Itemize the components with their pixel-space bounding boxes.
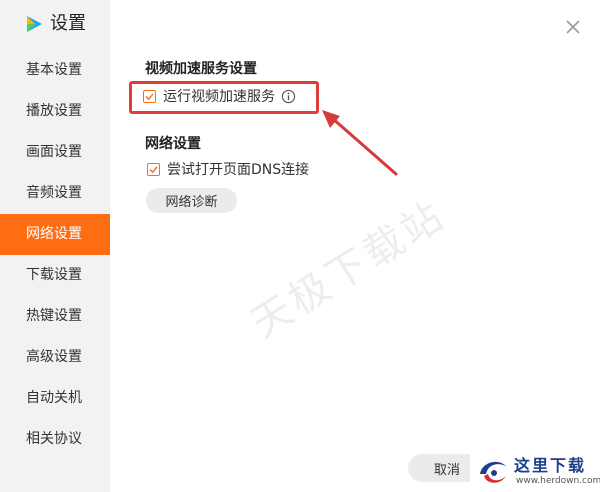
app-logo-icon	[27, 16, 42, 32]
network-diagnose-button[interactable]: 网络诊断	[146, 188, 237, 213]
sidebar-item-advanced[interactable]: 高级设置	[0, 337, 110, 378]
check-icon	[149, 165, 158, 173]
sidebar-item-network[interactable]: 网络设置	[0, 214, 110, 255]
annotation-arrow-icon	[322, 110, 398, 176]
sidebar-item-playback[interactable]: 播放设置	[0, 91, 110, 132]
sidebar-item-picture[interactable]: 画面设置	[0, 132, 110, 173]
site-logo: 这里下载 www.herdown.com	[470, 448, 600, 492]
watermark: 天极下载站	[243, 191, 455, 348]
network-section-title: 网络设置	[145, 136, 201, 152]
sidebar-item-agreements[interactable]: 相关协议	[0, 419, 110, 460]
annotation-highlight-box	[129, 81, 319, 114]
sidebar-item-audio[interactable]: 音频设置	[0, 173, 110, 214]
dns-checkbox[interactable]	[147, 162, 160, 176]
sidebar-nav: 基本设置 播放设置 画面设置 音频设置 网络设置 下载设置 热键设置 高级设置 …	[0, 50, 110, 460]
sidebar-item-auto-shutdown[interactable]: 自动关机	[0, 378, 110, 419]
site-logo-swirl-icon	[480, 461, 506, 483]
dns-option[interactable]: 尝试打开页面DNS连接	[147, 159, 309, 179]
dns-label: 尝试打开页面DNS连接	[167, 162, 310, 178]
app-header: 设置	[0, 0, 110, 50]
app-title: 设置	[50, 13, 86, 34]
site-logo-text: 这里下载	[514, 456, 587, 475]
sidebar: 设置 基本设置 播放设置 画面设置 音频设置 网络设置 下载设置 热键设置 高级…	[0, 0, 110, 492]
site-logo-url: www.herdown.com	[516, 476, 600, 486]
sidebar-item-basic[interactable]: 基本设置	[0, 50, 110, 91]
video-accel-section-title: 视频加速服务设置	[145, 61, 257, 77]
sidebar-item-hotkey[interactable]: 热键设置	[0, 296, 110, 337]
close-icon[interactable]	[564, 18, 582, 36]
sidebar-item-download[interactable]: 下载设置	[0, 255, 110, 296]
